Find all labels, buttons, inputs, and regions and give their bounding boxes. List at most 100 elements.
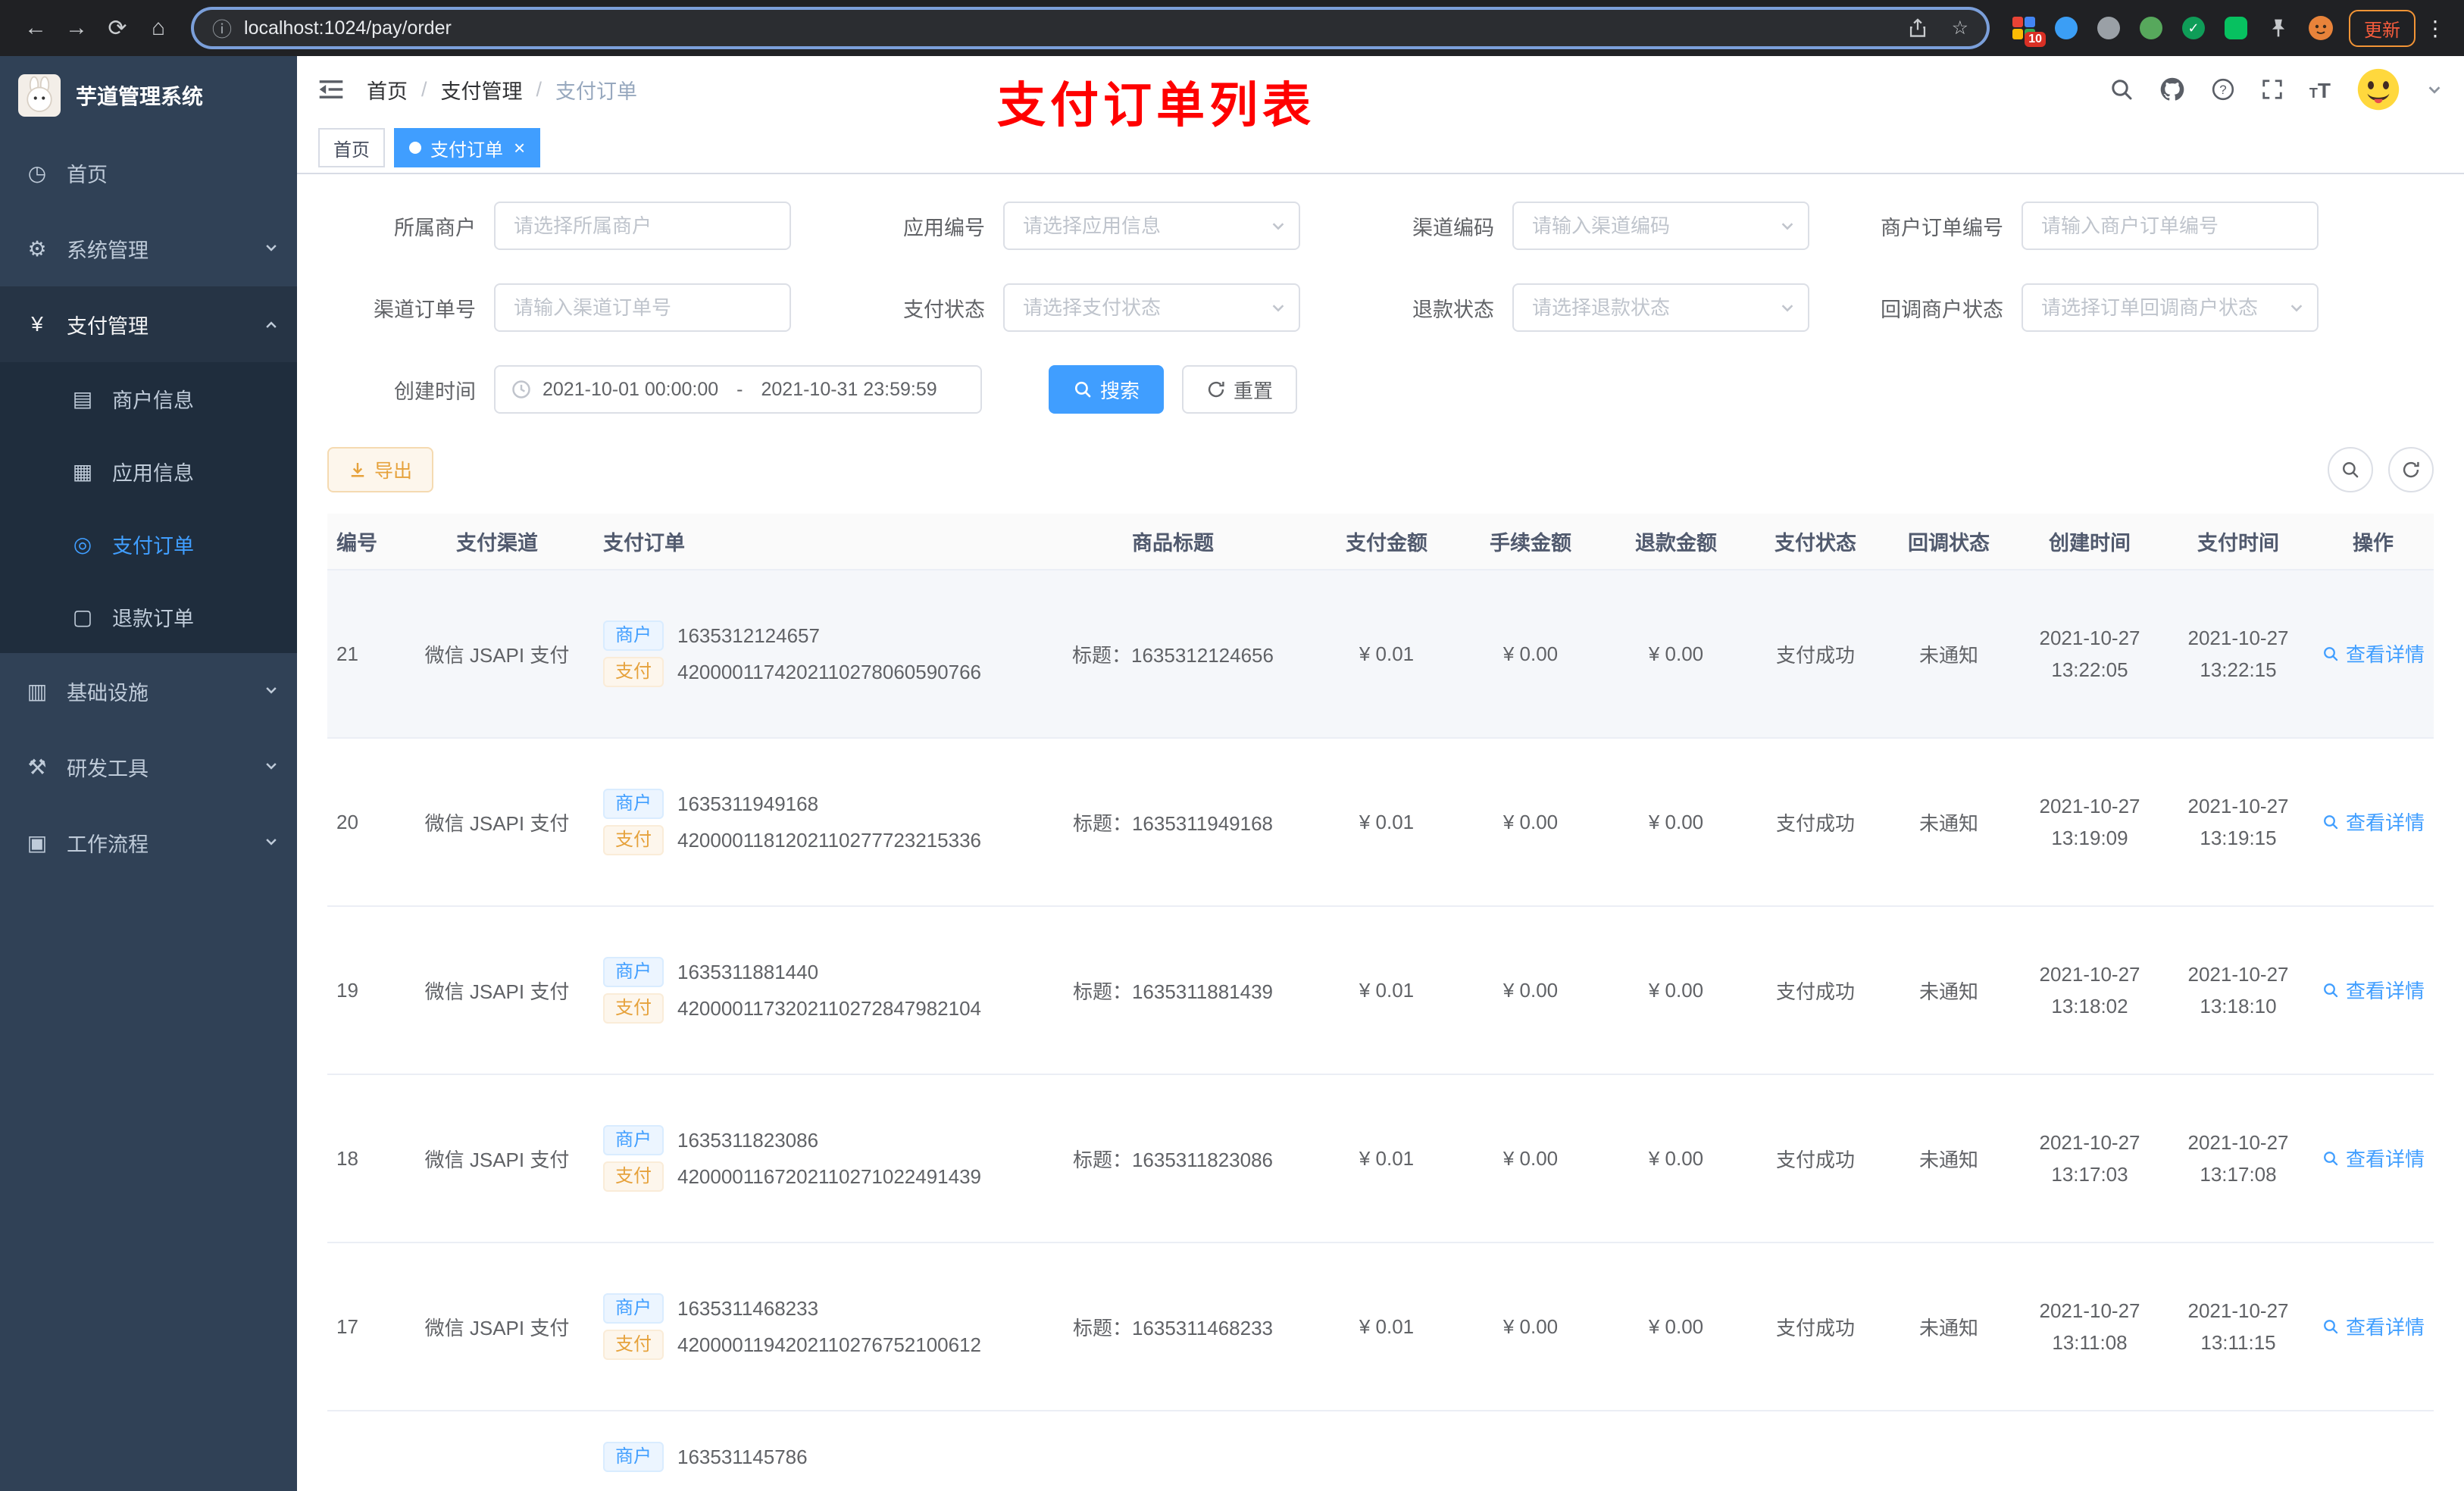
- export-button[interactable]: 导出: [327, 447, 434, 492]
- filter-merchant: 所属商户: [327, 202, 791, 250]
- tab-pay-order[interactable]: 支付订单 ×: [394, 128, 541, 167]
- pay-tag: 支付: [603, 825, 664, 855]
- github-icon[interactable]: [2159, 77, 2185, 102]
- merchant-input[interactable]: [494, 202, 791, 250]
- cell-status: 支付成功: [1749, 738, 1882, 907]
- sidebar-item-pay-order[interactable]: ◎ 支付订单: [0, 508, 297, 580]
- site-info-icon[interactable]: ⓘ: [212, 14, 232, 42]
- search-icon[interactable]: [2109, 77, 2134, 102]
- forward-button[interactable]: →: [56, 8, 97, 48]
- cell-fee: ¥ 0.00: [1458, 738, 1603, 907]
- cell-refund: ¥ 0.00: [1603, 570, 1749, 739]
- cell-title: 标题：1635312124656: [1030, 570, 1315, 739]
- view-detail-link[interactable]: 查看详情: [2322, 1312, 2425, 1340]
- fullscreen-icon[interactable]: [2261, 78, 2284, 101]
- cell-title: 标题：1635311949168: [1030, 738, 1315, 907]
- refresh-icon: [2403, 461, 2419, 478]
- url-text[interactable]: localhost:1024/pay/order: [244, 17, 1884, 39]
- cell-channel: 微信 JSAPI 支付: [400, 570, 594, 739]
- pay-status-select[interactable]: [1003, 283, 1300, 332]
- help-icon[interactable]: ?: [2211, 77, 2235, 102]
- extension-colorful-icon[interactable]: 10: [2011, 15, 2046, 47]
- sidebar-item-payment[interactable]: ¥ 支付管理: [0, 286, 297, 362]
- toggle-search-button[interactable]: [2328, 447, 2373, 492]
- hamburger-icon[interactable]: [318, 77, 344, 102]
- workflow-icon: ▣: [27, 830, 48, 855]
- chevron-down-icon: [264, 831, 279, 855]
- refund-status-select[interactable]: [1512, 283, 1809, 332]
- channel-order-input[interactable]: [494, 283, 791, 332]
- target-icon: ◎: [73, 532, 92, 556]
- search-button[interactable]: 搜索: [1049, 365, 1165, 414]
- sidebar-item-refund-order[interactable]: ▢ 退款订单: [0, 580, 297, 653]
- bookmark-star-icon[interactable]: ☆: [1952, 17, 1968, 39]
- extension-wechat-icon[interactable]: [2223, 15, 2249, 41]
- cell-title: 标题：1635311468233: [1030, 1242, 1315, 1411]
- table-row: 20 微信 JSAPI 支付 商户 1635311949168 支付 4200001…: [327, 738, 2434, 907]
- pay-tag: 支付: [603, 1330, 664, 1360]
- sidebar-item-devtools[interactable]: ⚒ 研发工具: [0, 729, 297, 805]
- sidebar-item-merchant-info[interactable]: ▤ 商户信息: [0, 362, 297, 435]
- filter-merchant-order: 商户订单编号: [1855, 202, 2319, 250]
- cell-amount: ¥ 0.01: [1315, 570, 1458, 739]
- cell-id: 21: [327, 570, 400, 739]
- profile-avatar-icon[interactable]: [2308, 15, 2334, 41]
- sidebar-item-workflow[interactable]: ▣ 工作流程: [0, 805, 297, 880]
- sidebar-item-app-info[interactable]: ▦ 应用信息: [0, 435, 297, 508]
- browser-menu-icon[interactable]: ⋮: [2422, 16, 2449, 41]
- app-logo[interactable]: 芋道管理系统: [0, 56, 297, 135]
- merchant-order-input[interactable]: [2022, 202, 2319, 250]
- tab-home[interactable]: 首页: [318, 128, 385, 167]
- date-separator: -: [736, 378, 743, 400]
- cell-order: 商户 1635311823086 支付 4200001167202110271022…: [594, 1074, 1030, 1243]
- merchant-tag: 商户: [603, 789, 664, 819]
- view-detail-link[interactable]: 查看详情: [2322, 639, 2425, 667]
- back-button[interactable]: ←: [15, 8, 56, 48]
- font-size-icon[interactable]: TT: [2309, 76, 2331, 104]
- pay-tag: 支付: [603, 993, 664, 1024]
- sidebar-item-label: 支付管理: [67, 314, 149, 338]
- table-mini-buttons: [2328, 447, 2434, 492]
- merchant-tag: 商户: [603, 1293, 664, 1324]
- merchant-order-no: 1635311468233: [677, 1296, 819, 1320]
- view-detail-link[interactable]: 查看详情: [2322, 976, 2425, 1004]
- sidebar-item-home[interactable]: ◷ 首页: [0, 135, 297, 211]
- home-button[interactable]: ⌂: [138, 8, 179, 48]
- refresh-table-button[interactable]: [2388, 447, 2434, 492]
- breadcrumb: 首页 / 支付管理 / 支付订单: [367, 75, 637, 105]
- callback-status-select[interactable]: [2022, 283, 2319, 332]
- reset-button[interactable]: 重置: [1182, 365, 1298, 414]
- close-icon[interactable]: ×: [514, 138, 525, 158]
- cell-fee: ¥ 0.00: [1458, 1242, 1603, 1411]
- field-label: 商户订单编号: [1881, 216, 2003, 239]
- extension-check-icon[interactable]: ✓: [2181, 15, 2206, 41]
- share-icon[interactable]: [1908, 18, 1928, 38]
- cell-fee: ¥ 0.00: [1458, 906, 1603, 1075]
- view-detail-link[interactable]: 查看详情: [2322, 1144, 2425, 1172]
- search-icon: [2324, 983, 2338, 997]
- user-avatar[interactable]: [2356, 67, 2400, 111]
- cell-fee: ¥ 0.00: [1458, 570, 1603, 739]
- sidebar-item-infra[interactable]: ▥ 基础设施: [0, 653, 297, 729]
- reload-button[interactable]: ⟳: [97, 8, 138, 48]
- cell-status: 支付成功: [1749, 906, 1882, 1075]
- filter-app: 应用编号: [836, 202, 1300, 250]
- channel-code-select[interactable]: [1512, 202, 1809, 250]
- cell-create-time: 2021-10-27 13:18:02: [2015, 906, 2164, 1075]
- address-bar[interactable]: ⓘ localhost:1024/pay/order ☆: [191, 7, 1990, 49]
- browser-update-button[interactable]: 更新: [2349, 9, 2416, 47]
- sidebar-item-system[interactable]: ⚙ 系统管理: [0, 211, 297, 286]
- pin-icon[interactable]: [2265, 15, 2291, 41]
- chevron-down-icon[interactable]: [2426, 81, 2443, 98]
- view-detail-link[interactable]: 查看详情: [2322, 808, 2425, 836]
- extension-blue-icon[interactable]: [2053, 15, 2079, 41]
- app-select[interactable]: [1003, 202, 1300, 250]
- breadcrumb-home[interactable]: 首页: [367, 75, 408, 105]
- extension-gray-icon[interactable]: [2096, 15, 2122, 41]
- breadcrumb-pay-manage[interactable]: 支付管理: [441, 75, 523, 105]
- date-end-value: 2021-10-31 23:59:59: [761, 378, 937, 400]
- merchant-order-no: 1635311881440: [677, 960, 819, 983]
- extension-green-icon[interactable]: [2138, 15, 2164, 41]
- clock-icon: [512, 380, 530, 399]
- date-range-picker[interactable]: 2021-10-01 00:00:00 - 2021-10-31 23:59:5…: [494, 365, 982, 414]
